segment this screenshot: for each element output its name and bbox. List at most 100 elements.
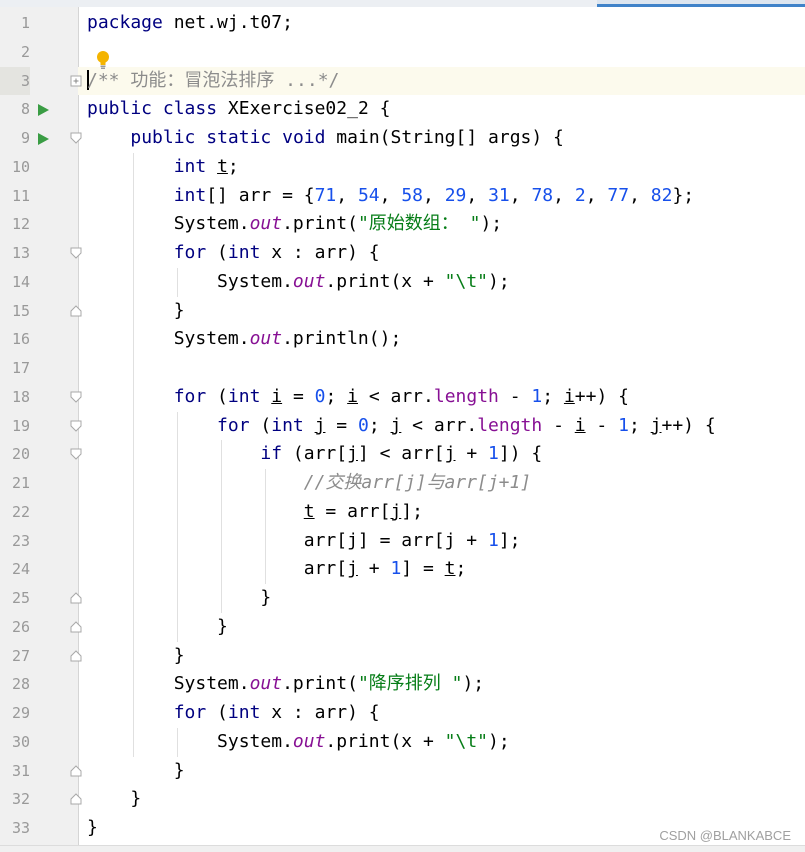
lightbulb-icon[interactable]	[96, 50, 110, 70]
fold-close-icon[interactable]	[70, 764, 82, 777]
fold-close-icon[interactable]	[70, 649, 82, 662]
line-number: 29	[11, 704, 30, 722]
line-number: 23	[11, 531, 30, 550]
line-number: 31	[11, 761, 30, 780]
line-number: 28	[11, 675, 30, 694]
fold-close-icon[interactable]	[70, 793, 82, 805]
code-line[interactable]: 17	[0, 354, 805, 383]
code-text: System.out.print(x + "\t");	[87, 730, 510, 752]
code-line[interactable]: 14 System.out.print(x + "\t");	[0, 268, 805, 297]
code-line[interactable]: 30 System.out.print(x + "\t");	[0, 728, 805, 757]
code-text: for (int i = 0; i < arr.length - 1; i++)…	[173, 385, 629, 407]
code-text: arr[j] = arr[j + 1];	[87, 529, 521, 551]
fold-close-icon[interactable]	[70, 304, 82, 317]
editor-tab-strip	[0, 0, 805, 7]
code-text: }	[87, 587, 272, 608]
code-text: arr[j + 1] = t;	[87, 558, 467, 580]
code-line[interactable]: 26 }	[0, 613, 805, 642]
code-text: System.out.println();	[87, 328, 402, 350]
code-text: int t;	[173, 155, 239, 177]
code-editor[interactable]: 1 package net.wj.t07; 2 3/** 功能：冒泡法排序 ...*/…	[0, 9, 805, 843]
line-number: 18	[11, 387, 30, 406]
code-text: }	[87, 788, 142, 810]
line-number: 3	[0, 66, 30, 96]
code-text: }	[87, 615, 228, 637]
code-text: int[] arr = {71, 54, 58, 29, 31, 78, 2, …	[173, 184, 695, 206]
line-number: 24	[11, 560, 30, 579]
line-number: 27	[11, 646, 30, 665]
code-text: System.out.print("原始数组： ");	[87, 213, 503, 235]
code-text: //交换arr[j]与arr[j+1]	[303, 472, 532, 493]
code-line[interactable]: 16 System.out.println();	[0, 325, 805, 354]
code-line[interactable]: 3 /** 功能：冒泡法排序 ...*/	[0, 66, 805, 96]
run-triangle-icon[interactable]	[38, 104, 49, 117]
code-text: }	[87, 644, 185, 666]
code-line[interactable]: 28 System.out.print("降序排列 ");	[0, 670, 805, 699]
code-line[interactable]: 23 arr[j] = arr[j + 1];	[0, 527, 805, 556]
code-line[interactable]: 2	[0, 38, 805, 67]
code-line[interactable]: 12 System.out.print("原始数组： ");	[0, 210, 805, 239]
code-line[interactable]: 11 int[] arr = {71, 54, 58, 29, 31, 78, …	[0, 182, 805, 211]
editor-tab[interactable]	[120, 0, 260, 7]
fold-collapsed-icon[interactable]	[70, 75, 82, 87]
fold-open-icon[interactable]	[70, 448, 82, 460]
run-triangle-icon[interactable]	[38, 133, 49, 145]
code-line[interactable]: 29 for (int x : arr) {	[0, 699, 805, 728]
editor-tab[interactable]	[400, 0, 595, 7]
fold-open-icon[interactable]	[70, 420, 82, 432]
line-number: 13	[11, 244, 30, 262]
line-number: 2	[20, 42, 30, 61]
line-number: 12	[11, 215, 30, 234]
code-line[interactable]: 25 }	[0, 584, 805, 613]
code-line[interactable]: 10 int t;	[0, 153, 805, 182]
fold-close-icon[interactable]	[70, 621, 82, 633]
code-text: public class XExercise02_2 {	[87, 98, 391, 120]
code-line[interactable]: 31 }	[0, 757, 805, 786]
line-number: 16	[11, 330, 30, 349]
editor-tab[interactable]	[260, 0, 400, 7]
code-line[interactable]: 1 package net.wj.t07;	[0, 9, 805, 38]
line-number: 17	[11, 359, 30, 377]
editor-tab-active[interactable]	[597, 0, 805, 7]
code-text: /** 功能：冒泡法排序 ...*/	[87, 69, 340, 91]
editor-tab[interactable]	[0, 0, 120, 7]
code-line[interactable]: 8 public class XExercise02_2 {	[0, 95, 805, 124]
fold-open-icon[interactable]	[70, 391, 82, 403]
code-text: public static void main(String[] args) {	[130, 127, 564, 148]
line-number: 25	[11, 589, 30, 607]
fold-open-icon[interactable]	[70, 132, 82, 144]
code-text: t = arr[j];	[303, 500, 423, 522]
code-text: }	[87, 759, 185, 781]
code-text: }	[87, 817, 98, 838]
line-number: 10	[11, 157, 30, 176]
code-line[interactable]: 27 }	[0, 642, 805, 671]
line-number: 1	[20, 14, 30, 32]
code-line[interactable]: 18 for (int i = 0; i < arr.length - 1; i…	[0, 383, 805, 412]
watermark: CSDN @BLANKABCE	[659, 828, 791, 843]
fold-open-icon[interactable]	[70, 247, 82, 259]
code-line[interactable]: 21 //交换arr[j]与arr[j+1]	[0, 469, 805, 498]
code-line[interactable]: 24 arr[j + 1] = t;	[0, 555, 805, 584]
code-text: package net.wj.t07;	[87, 12, 293, 33]
code-line[interactable]: 19 for (int j = 0; j < arr.length - i - …	[0, 412, 805, 441]
code-line[interactable]: 13 for (int x : arr) {	[0, 239, 805, 268]
line-number: 8	[20, 100, 30, 119]
line-number: 22	[11, 502, 30, 521]
line-number: 30	[11, 732, 30, 751]
line-number: 20	[11, 445, 30, 464]
code-line[interactable]: 15 }	[0, 297, 805, 326]
code-line[interactable]: 20 if (arr[j] < arr[j + 1]) {	[0, 440, 805, 469]
line-number: 32	[11, 790, 30, 809]
code-text: System.out.print(x + "\t");	[87, 270, 510, 292]
code-text: for (int x : arr) {	[173, 702, 380, 723]
code-line[interactable]: 9 public static void main(String[] args)…	[0, 124, 805, 153]
line-number: 19	[11, 416, 30, 435]
line-number: 15	[11, 301, 30, 320]
fold-close-icon[interactable]	[70, 592, 82, 604]
line-number: 11	[11, 186, 30, 205]
line-number: 21	[11, 474, 30, 492]
code-text: for (int j = 0; j < arr.length - i - 1; …	[217, 414, 716, 436]
code-text: for (int x : arr) {	[173, 242, 380, 263]
code-line[interactable]: 22 t = arr[j];	[0, 498, 805, 527]
code-line[interactable]: 32 }	[0, 785, 805, 814]
